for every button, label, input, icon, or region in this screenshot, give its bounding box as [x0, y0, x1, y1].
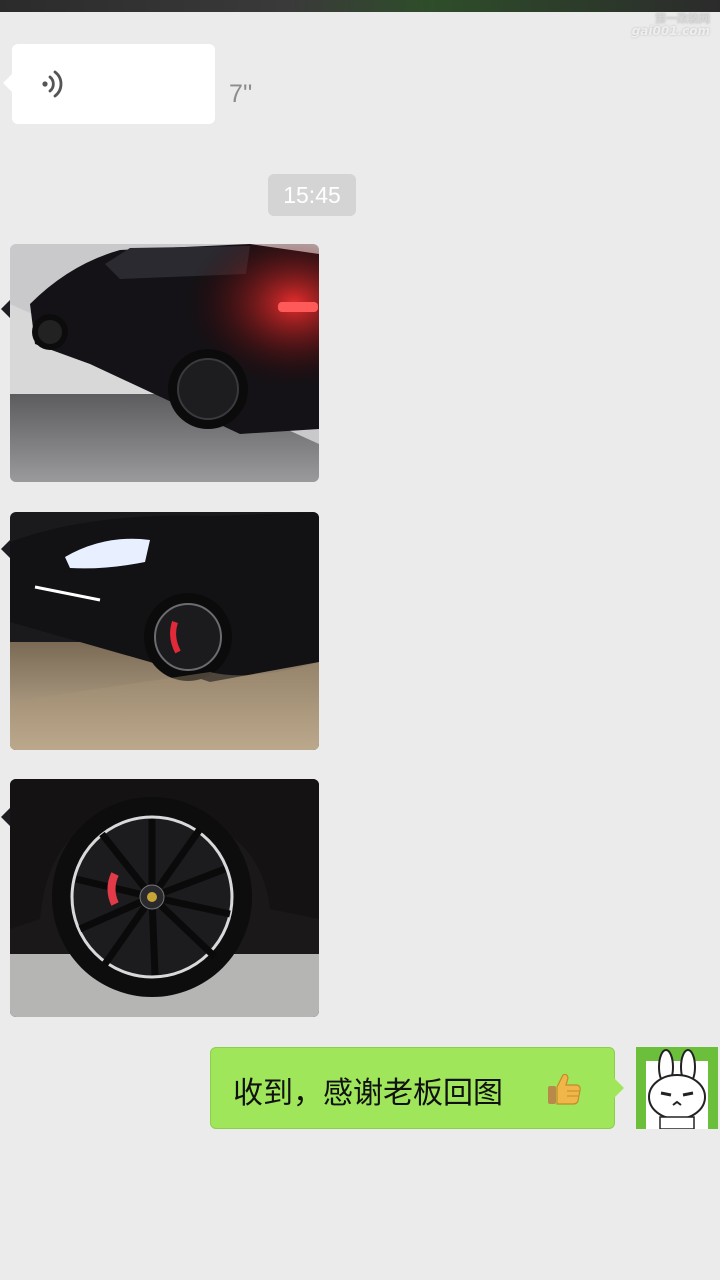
thumbs-up-icon [548, 1073, 581, 1105]
watermark-url: gai001.com [631, 24, 710, 38]
car-rear-image [10, 244, 319, 482]
chat-screen: 第一改装网 gai001.com 7'' 15:45 收到，感谢老板回图 [0, 0, 720, 1280]
rabbit-avatar-icon [636, 1047, 718, 1129]
sent-message-bubble[interactable]: 收到，感谢老板回图 [210, 1047, 624, 1129]
photo-car-rear[interactable] [10, 244, 319, 482]
photo-bubble-tail [1, 300, 10, 318]
voice-duration: 7'' [229, 80, 253, 108]
photo-bubble-tail [1, 808, 10, 826]
wheel-image [10, 779, 319, 1017]
time-divider: 15:45 [268, 174, 356, 216]
photo-bubble-tail [1, 540, 10, 558]
photo-wheel[interactable] [10, 779, 319, 1017]
top-bar-strip [0, 0, 720, 12]
voice-message-bubble[interactable] [3, 44, 215, 124]
avatar[interactable] [636, 1047, 718, 1129]
photo-car-front[interactable] [10, 512, 319, 750]
sent-message-text: 收到，感谢老板回图 [233, 1076, 503, 1111]
watermark: 第一改装网 gai001.com [620, 12, 710, 38]
voice-wave-icon [42, 70, 63, 98]
car-front-image [10, 512, 319, 750]
